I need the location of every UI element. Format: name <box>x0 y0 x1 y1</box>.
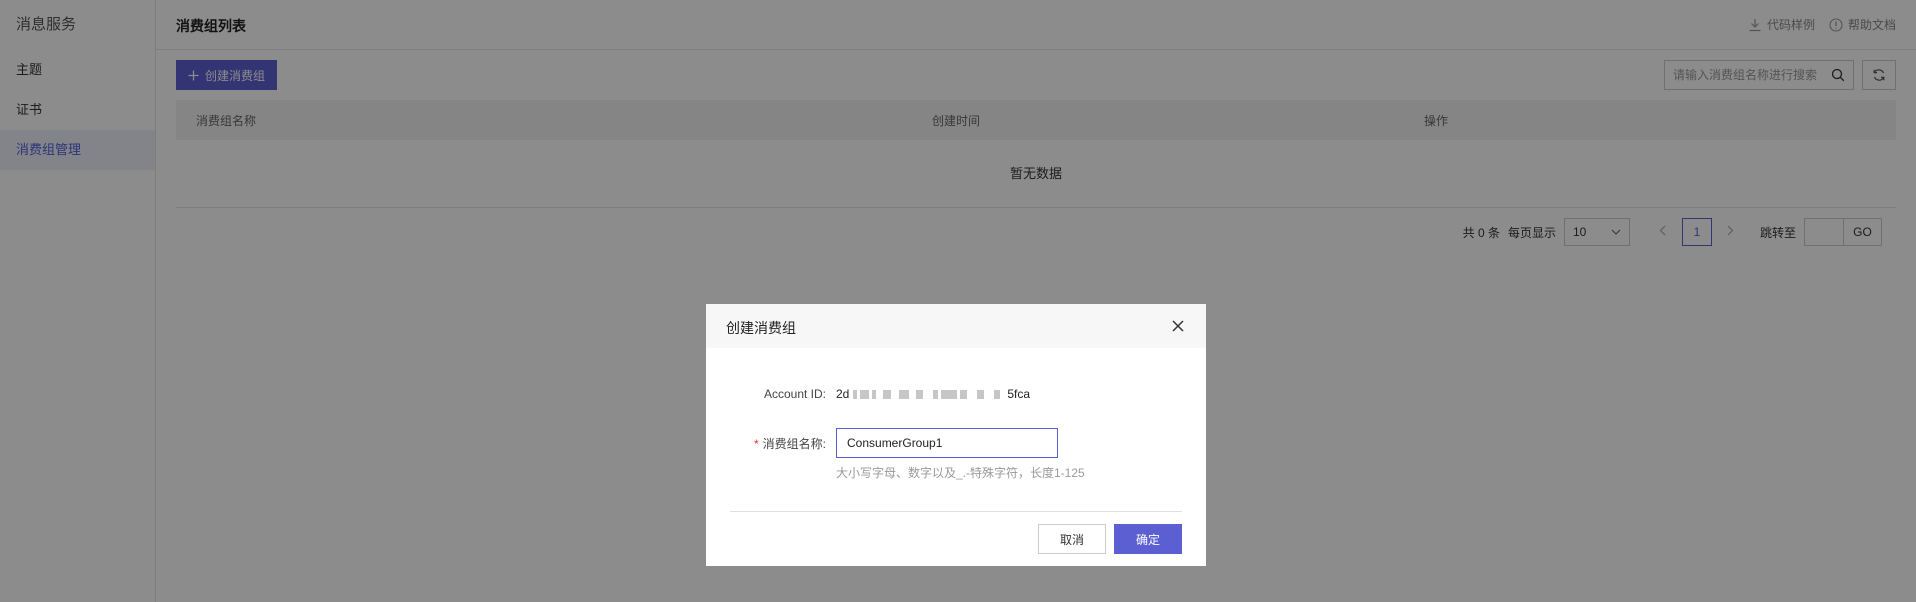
consumer-group-name-row: * 消费组名称: <box>706 428 1206 458</box>
account-id-prefix: 2d <box>836 387 850 401</box>
name-field-label-wrap: * 消费组名称: <box>706 435 836 452</box>
close-icon[interactable] <box>1168 316 1188 336</box>
account-id-value: 2d 5fca <box>836 387 1030 401</box>
account-id-row: Account ID: 2d 5fca <box>706 384 1206 404</box>
redacted-mask <box>853 389 1003 399</box>
consumer-group-name-input[interactable] <box>836 428 1058 458</box>
account-id-label: Account ID: <box>763 387 826 401</box>
name-field-hint: 大小写字母、数字以及_.-特殊字符，长度1-125 <box>836 466 1085 480</box>
dialog-header: 创建消费组 <box>706 304 1206 348</box>
cancel-button[interactable]: 取消 <box>1038 524 1106 554</box>
name-field-label: 消费组名称: <box>762 436 826 451</box>
dialog-title: 创建消费组 <box>726 320 796 336</box>
dialog-divider <box>730 511 1182 512</box>
required-mark: * <box>753 436 759 451</box>
confirm-button[interactable]: 确定 <box>1114 524 1182 554</box>
account-id-suffix: 5fca <box>1007 387 1031 401</box>
create-consumer-group-dialog: 创建消费组 Account ID: 2d 5fca *消费组名称: 大小写字母、… <box>706 304 1206 566</box>
